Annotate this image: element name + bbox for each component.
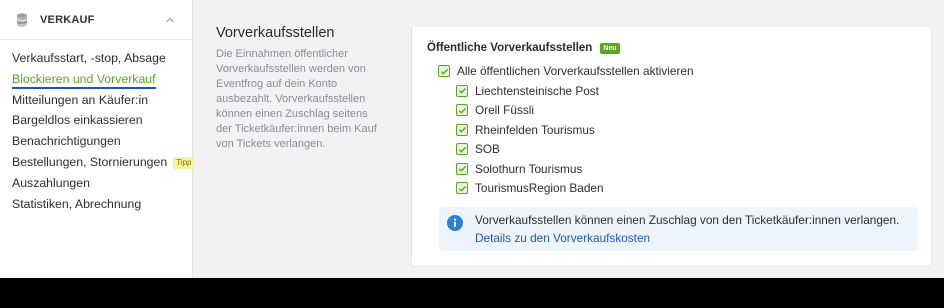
outlet-checkbox-row[interactable]: Liechtensteinische Post bbox=[456, 84, 599, 98]
master-checkbox-label: Alle öffentlichen Vorverkaufsstellen akt… bbox=[457, 64, 694, 78]
sidebar-item-label: Verkaufsstart, -stop, Absage bbox=[12, 51, 166, 65]
check-icon[interactable] bbox=[456, 123, 468, 136]
sidebar-item-label: Bargeldlos einkassieren bbox=[12, 113, 143, 128]
section-description: Vorverkaufsstellen Die Einnahmen öffentl… bbox=[216, 25, 380, 152]
info-icon bbox=[447, 215, 463, 231]
sidebar-item-benachrichtigungen[interactable]: Benachrichtigungen bbox=[0, 131, 192, 152]
sidebar-item-label: Benachrichtigungen bbox=[12, 134, 121, 149]
outlet-checkbox-row[interactable]: TourismusRegion Baden bbox=[456, 181, 604, 195]
outlet-label: Liechtensteinische Post bbox=[475, 83, 599, 98]
info-text: Vorverkaufsstellen können einen Zuschlag… bbox=[475, 213, 900, 227]
check-icon[interactable] bbox=[456, 104, 468, 116]
check-icon[interactable] bbox=[456, 84, 468, 97]
outlet-checkbox-row[interactable]: Rheinfelden Tourismus bbox=[456, 123, 595, 137]
outlet-checkbox-row[interactable]: Orell Füssli bbox=[456, 103, 534, 117]
outlet-label: Orell Füssli bbox=[475, 103, 534, 117]
check-icon[interactable] bbox=[456, 162, 468, 175]
sidebar-item-label: Bestellungen, Stornierungen bbox=[12, 154, 168, 169]
check-icon[interactable] bbox=[438, 65, 450, 77]
info-box: Vorverkaufsstellen können einen Zuschlag… bbox=[439, 207, 918, 251]
sidebar-item-label: Statistiken, Abrechnung bbox=[12, 196, 142, 211]
sidebar-section-header[interactable]: VERKAUF bbox=[0, 0, 192, 40]
sidebar-item-label: Mitteilungen an Käufer:in bbox=[12, 92, 149, 107]
sidebar-item-blockieren[interactable]: Blockieren und Vorverkauf bbox=[0, 69, 192, 90]
section-description-text: Die Einnahmen öffentlicher Vorverkaufsst… bbox=[216, 48, 377, 150]
sidebar-item-label: Blockieren und Vorverkauf bbox=[12, 71, 156, 89]
sidebar-item-mitteilungen[interactable]: Mitteilungen an Käufer:in bbox=[0, 90, 192, 111]
outlet-label: Rheinfelden Tourismus bbox=[475, 122, 595, 137]
database-icon bbox=[16, 13, 28, 27]
sidebar-item-label: Auszahlungen bbox=[12, 175, 90, 190]
sidebar-nav: Verkaufsstart, -stop, Absage Blockieren … bbox=[0, 40, 195, 215]
outlet-label: Solothurn Tourismus bbox=[475, 161, 583, 176]
sidebar-item-statistiken[interactable]: Statistiken, Abrechnung bbox=[0, 194, 192, 215]
outlet-checkbox-row[interactable]: SOB bbox=[456, 142, 500, 156]
outlet-checkbox-row[interactable]: Solothurn Tourismus bbox=[456, 162, 582, 176]
check-icon[interactable] bbox=[456, 182, 468, 194]
sidebar-item-verkaufsstart[interactable]: Verkaufsstart, -stop, Absage bbox=[0, 48, 192, 69]
sidebar-item-bestellungen[interactable]: Bestellungen, Stornierungen Tipp bbox=[0, 152, 195, 173]
cost-details-link[interactable]: Details zu den Vorverkaufskosten bbox=[475, 231, 650, 245]
app-area: VERKAUF Verkaufsstart, -stop, Absage Blo… bbox=[0, 0, 944, 278]
master-checkbox-row[interactable]: Alle öffentlichen Vorverkaufsstellen akt… bbox=[438, 64, 694, 78]
section-title: Vorverkaufsstellen bbox=[216, 25, 335, 41]
sidebar-item-bargeldlos[interactable]: Bargeldlos einkassieren bbox=[0, 110, 192, 131]
sidebar-section-title: VERKAUF bbox=[40, 13, 95, 26]
settings-card: Öffentliche Vorverkaufsstellen Neu Alle … bbox=[411, 25, 932, 267]
sidebar: VERKAUF Verkaufsstart, -stop, Absage Blo… bbox=[0, 0, 195, 278]
tip-badge: Tipp bbox=[173, 156, 195, 169]
check-icon[interactable] bbox=[456, 143, 468, 155]
chevron-up-icon[interactable] bbox=[164, 13, 176, 25]
outlet-label: TourismusRegion Baden bbox=[475, 181, 604, 195]
new-badge: Neu bbox=[600, 42, 620, 54]
sidebar-item-auszahlungen[interactable]: Auszahlungen bbox=[0, 173, 192, 194]
card-title: Öffentliche Vorverkaufsstellen Neu bbox=[427, 42, 620, 54]
card-title-text: Öffentliche Vorverkaufsstellen bbox=[427, 42, 593, 54]
outlet-label: SOB bbox=[475, 142, 500, 156]
